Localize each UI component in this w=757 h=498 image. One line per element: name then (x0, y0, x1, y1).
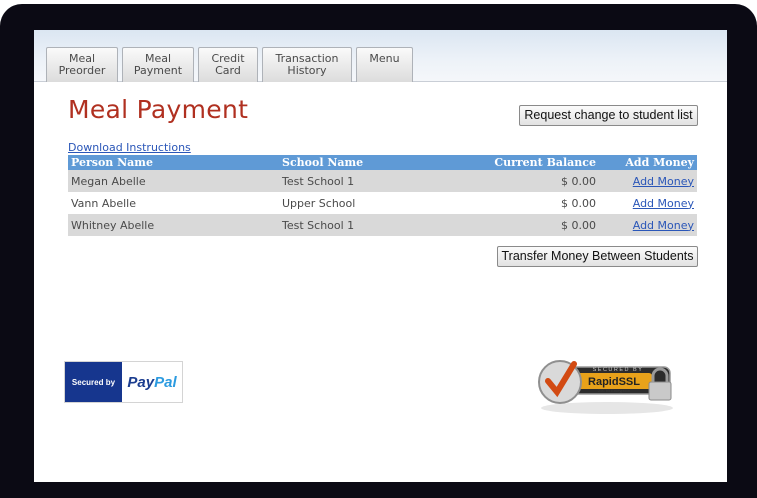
person-name: Megan Abelle (68, 170, 279, 192)
school-name: Test School 1 (279, 214, 446, 236)
request-change-button[interactable]: Request change to student list (519, 105, 698, 126)
rapidssl-badge: SECURED BY RapidSSL 256 bit Encryption (538, 360, 673, 414)
paypal-logo-pay: Pay (127, 373, 155, 391)
add-money-link[interactable]: Add Money (633, 197, 694, 210)
screen: Meal Preorder Meal Payment Credit Card T… (34, 30, 727, 482)
tab-menu[interactable]: Menu (356, 47, 413, 82)
table-header-row: Person Name School Name Current Balance … (68, 155, 697, 170)
current-balance: $ 0.00 (446, 214, 598, 236)
download-instructions-link[interactable]: Download Instructions (68, 141, 191, 154)
tab-label: Preorder (58, 64, 106, 77)
add-money-link[interactable]: Add Money (633, 219, 694, 232)
tab-label: History (287, 64, 327, 77)
tab-label: Card (215, 64, 241, 77)
table-row: Whitney Abelle Test School 1 $ 0.00 Add … (68, 214, 697, 236)
tab-label: Payment (133, 64, 183, 77)
students-table: Person Name School Name Current Balance … (68, 155, 697, 236)
person-name: Whitney Abelle (68, 214, 279, 236)
paypal-logo-pal: Pal (154, 373, 177, 391)
paypal-secured-by-label: Secured by (65, 362, 122, 402)
column-header-current-balance: Current Balance (446, 155, 598, 170)
add-money-link[interactable]: Add Money (633, 175, 694, 188)
current-balance: $ 0.00 (446, 192, 598, 214)
tab-transaction-history[interactable]: Transaction History (262, 47, 352, 82)
column-header-add-money: Add Money (598, 155, 697, 170)
school-name: Upper School (279, 192, 446, 214)
page-title: Meal Payment (68, 95, 249, 124)
table-row: Vann Abelle Upper School $ 0.00 Add Mone… (68, 192, 697, 214)
tab-meal-preorder[interactable]: Meal Preorder (46, 47, 118, 82)
school-name: Test School 1 (279, 170, 446, 192)
tab-bar: Meal Preorder Meal Payment Credit Card T… (34, 30, 727, 82)
tab-label: Menu (369, 52, 400, 65)
current-balance: $ 0.00 (446, 170, 598, 192)
table-row: Megan Abelle Test School 1 $ 0.00 Add Mo… (68, 170, 697, 192)
paypal-logo: Pay Pal (122, 362, 182, 402)
tab-meal-payment[interactable]: Meal Payment (122, 47, 194, 82)
transfer-money-button[interactable]: Transfer Money Between Students (497, 246, 698, 267)
ssl-brand-label: RapidSSL (588, 376, 640, 388)
ssl-secured-by-label: SECURED BY (593, 367, 644, 373)
ssl-sub-label: 256 bit Encryption (598, 388, 630, 393)
column-header-person-name: Person Name (68, 155, 279, 170)
column-header-school-name: School Name (279, 155, 446, 170)
tab-credit-card[interactable]: Credit Card (198, 47, 258, 82)
person-name: Vann Abelle (68, 192, 279, 214)
paypal-secured-badge: Secured by Pay Pal (64, 361, 183, 403)
lock-icon (648, 381, 672, 401)
